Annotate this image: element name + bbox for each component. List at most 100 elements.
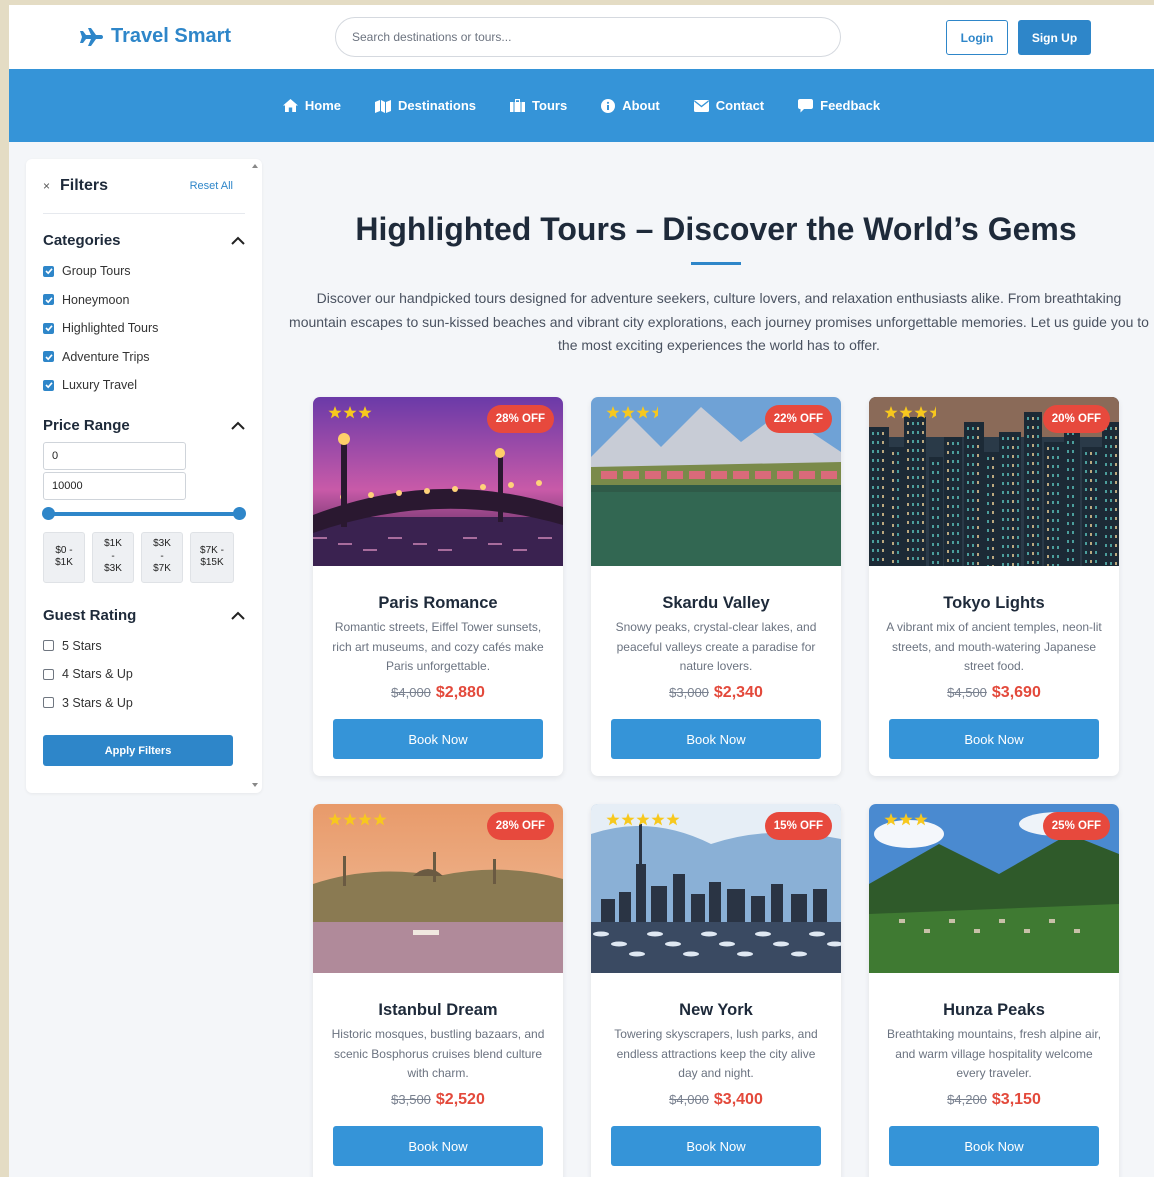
- section-title: Categories: [43, 232, 121, 249]
- nav-item-destinations[interactable]: Destinations: [375, 98, 476, 113]
- new-price: $3,690: [991, 684, 1041, 701]
- book-now-button[interactable]: Book Now: [889, 719, 1099, 759]
- filter-option[interactable]: Luxury Travel: [43, 371, 245, 400]
- apply-filters-button[interactable]: Apply Filters: [43, 735, 233, 766]
- book-now-button[interactable]: Book Now: [611, 719, 821, 759]
- chevron-up-icon[interactable]: [231, 421, 245, 430]
- discount-badge: 22% OFF: [764, 405, 832, 433]
- tour-price: $4,500 $3,690: [885, 684, 1103, 706]
- checkbox-checked[interactable]: [43, 379, 54, 391]
- filter-option[interactable]: Honeymoon: [43, 286, 245, 315]
- tour-card-body: Skardu Valley Snowy peaks, crystal-clear …: [591, 594, 841, 759]
- tour-image[interactable]: 22% OFF: [591, 397, 841, 566]
- nav-item-home[interactable]: Home: [282, 98, 341, 113]
- filter-option[interactable]: Adventure Trips: [43, 343, 245, 372]
- star-rating: [606, 406, 665, 419]
- login-button[interactable]: Login: [946, 20, 1008, 55]
- close-icon[interactable]: ×: [43, 179, 50, 193]
- logo-text: Travel Smart: [111, 25, 232, 47]
- book-now-button[interactable]: Book Now: [333, 719, 543, 759]
- chevron-up-icon[interactable]: [231, 236, 245, 245]
- section-title: Price Range: [43, 416, 130, 434]
- star-rating: [884, 406, 943, 419]
- nav-label: About: [622, 98, 660, 113]
- discount-badge: 25% OFF: [1042, 812, 1110, 840]
- chevron-up-icon[interactable]: [231, 611, 245, 620]
- price-preset-chip[interactable]: $7K - $15K: [190, 531, 234, 583]
- tour-price: $4,200 $3,150: [885, 1091, 1103, 1113]
- envelope-icon: [693, 99, 709, 112]
- tour-title: Hunza Peaks: [943, 1001, 1045, 1019]
- checkbox-checked[interactable]: [43, 265, 54, 277]
- nav-label: Feedback: [820, 98, 881, 113]
- star-icon: [884, 813, 898, 826]
- star-icon: [606, 406, 620, 419]
- book-now-button[interactable]: Book Now: [889, 1126, 1099, 1166]
- filter-option[interactable]: Highlighted Tours: [43, 314, 245, 343]
- new-price: $2,520: [435, 1091, 485, 1108]
- price-slider[interactable]: [42, 504, 246, 524]
- filter-option[interactable]: 3 Stars & Up: [43, 689, 245, 718]
- star-icon: [343, 813, 357, 826]
- filter-option[interactable]: 4 Stars & Up: [43, 660, 245, 689]
- tour-card-body: Hunza Peaks Breathtaking mountains, fresh…: [869, 1001, 1119, 1166]
- nav-item-contact[interactable]: Contact: [693, 98, 764, 113]
- slider-max-handle[interactable]: [233, 506, 246, 520]
- filter-option-label: Honeymoon: [62, 292, 130, 307]
- price-preset-chip[interactable]: $0 - $1K: [43, 531, 85, 583]
- checkbox[interactable]: [43, 697, 54, 709]
- price-range-header[interactable]: Price Range: [43, 417, 245, 434]
- nav-item-feedback[interactable]: Feedback: [798, 98, 880, 113]
- nav-item-tours[interactable]: Tours: [510, 98, 567, 113]
- guest-rating-header[interactable]: Guest Rating: [43, 607, 245, 624]
- tour-title: Istanbul Dream: [378, 1001, 498, 1019]
- tour-card: 22% OFF Skardu Valley Snowy peaks, crystal…: [591, 397, 841, 776]
- checkbox-checked[interactable]: [43, 294, 54, 306]
- checkbox[interactable]: [43, 640, 54, 652]
- tour-description: Breathtaking mountains, fresh alpine air…: [886, 1027, 1102, 1080]
- star-icon: [606, 813, 620, 826]
- tour-description: A vibrant mix of ancient temples, neon-l…: [886, 620, 1102, 673]
- checkbox[interactable]: [43, 668, 54, 680]
- search-input[interactable]: [335, 17, 841, 57]
- reset-all-link[interactable]: Reset All: [190, 180, 233, 192]
- tour-card-body: Tokyo Lights A vibrant mix of ancient tem…: [869, 594, 1119, 759]
- tour-image[interactable]: 25% OFF: [869, 804, 1119, 973]
- signup-button[interactable]: Sign Up: [1018, 20, 1091, 55]
- old-price: $4,000: [391, 685, 431, 700]
- star-icon: [884, 406, 898, 419]
- star-icon: [651, 406, 665, 419]
- logo[interactable]: Travel Smart: [79, 25, 231, 48]
- book-now-button[interactable]: Book Now: [333, 1126, 543, 1166]
- checkbox-checked[interactable]: [43, 322, 54, 334]
- price-min-input[interactable]: [43, 441, 186, 470]
- checkbox-checked[interactable]: [43, 351, 54, 363]
- suitcase-icon: [510, 99, 526, 112]
- star-icon: [621, 406, 635, 419]
- scroll-up-arrow[interactable]: [252, 164, 258, 168]
- tour-title: Paris Romance: [378, 594, 498, 612]
- tour-image[interactable]: 28% OFF: [313, 804, 563, 973]
- tour-image[interactable]: 15% OFF: [591, 804, 841, 973]
- slider-min-handle[interactable]: [42, 506, 55, 520]
- old-price: $3,000: [669, 685, 709, 700]
- filter-option[interactable]: 5 Stars: [43, 632, 245, 661]
- filters-header: × Filters Reset All: [43, 159, 245, 214]
- tour-image[interactable]: 20% OFF: [869, 397, 1119, 566]
- star-icon: [328, 406, 342, 419]
- filter-option[interactable]: Group Tours: [43, 257, 245, 286]
- home-icon: [282, 99, 298, 112]
- scroll-down-arrow[interactable]: [252, 783, 258, 787]
- nav-item-about[interactable]: About: [601, 98, 660, 113]
- price-preset-chip[interactable]: $1K - $3K: [92, 531, 134, 583]
- discount-badge: 15% OFF: [764, 812, 832, 840]
- price-preset-chip[interactable]: $3K - $7K: [141, 531, 183, 583]
- categories-header[interactable]: Categories: [43, 232, 245, 249]
- map-icon: [375, 99, 392, 113]
- book-now-button[interactable]: Book Now: [611, 1126, 821, 1166]
- tour-image[interactable]: 28% OFF: [313, 397, 563, 566]
- tour-card: 20% OFF Tokyo Lights A vibrant mix of anci…: [869, 397, 1119, 776]
- filters-sidebar: × Filters Reset All Categories Group Tou…: [26, 159, 262, 793]
- price-max-input[interactable]: [43, 471, 186, 500]
- filter-option-label: 5 Stars: [62, 638, 102, 653]
